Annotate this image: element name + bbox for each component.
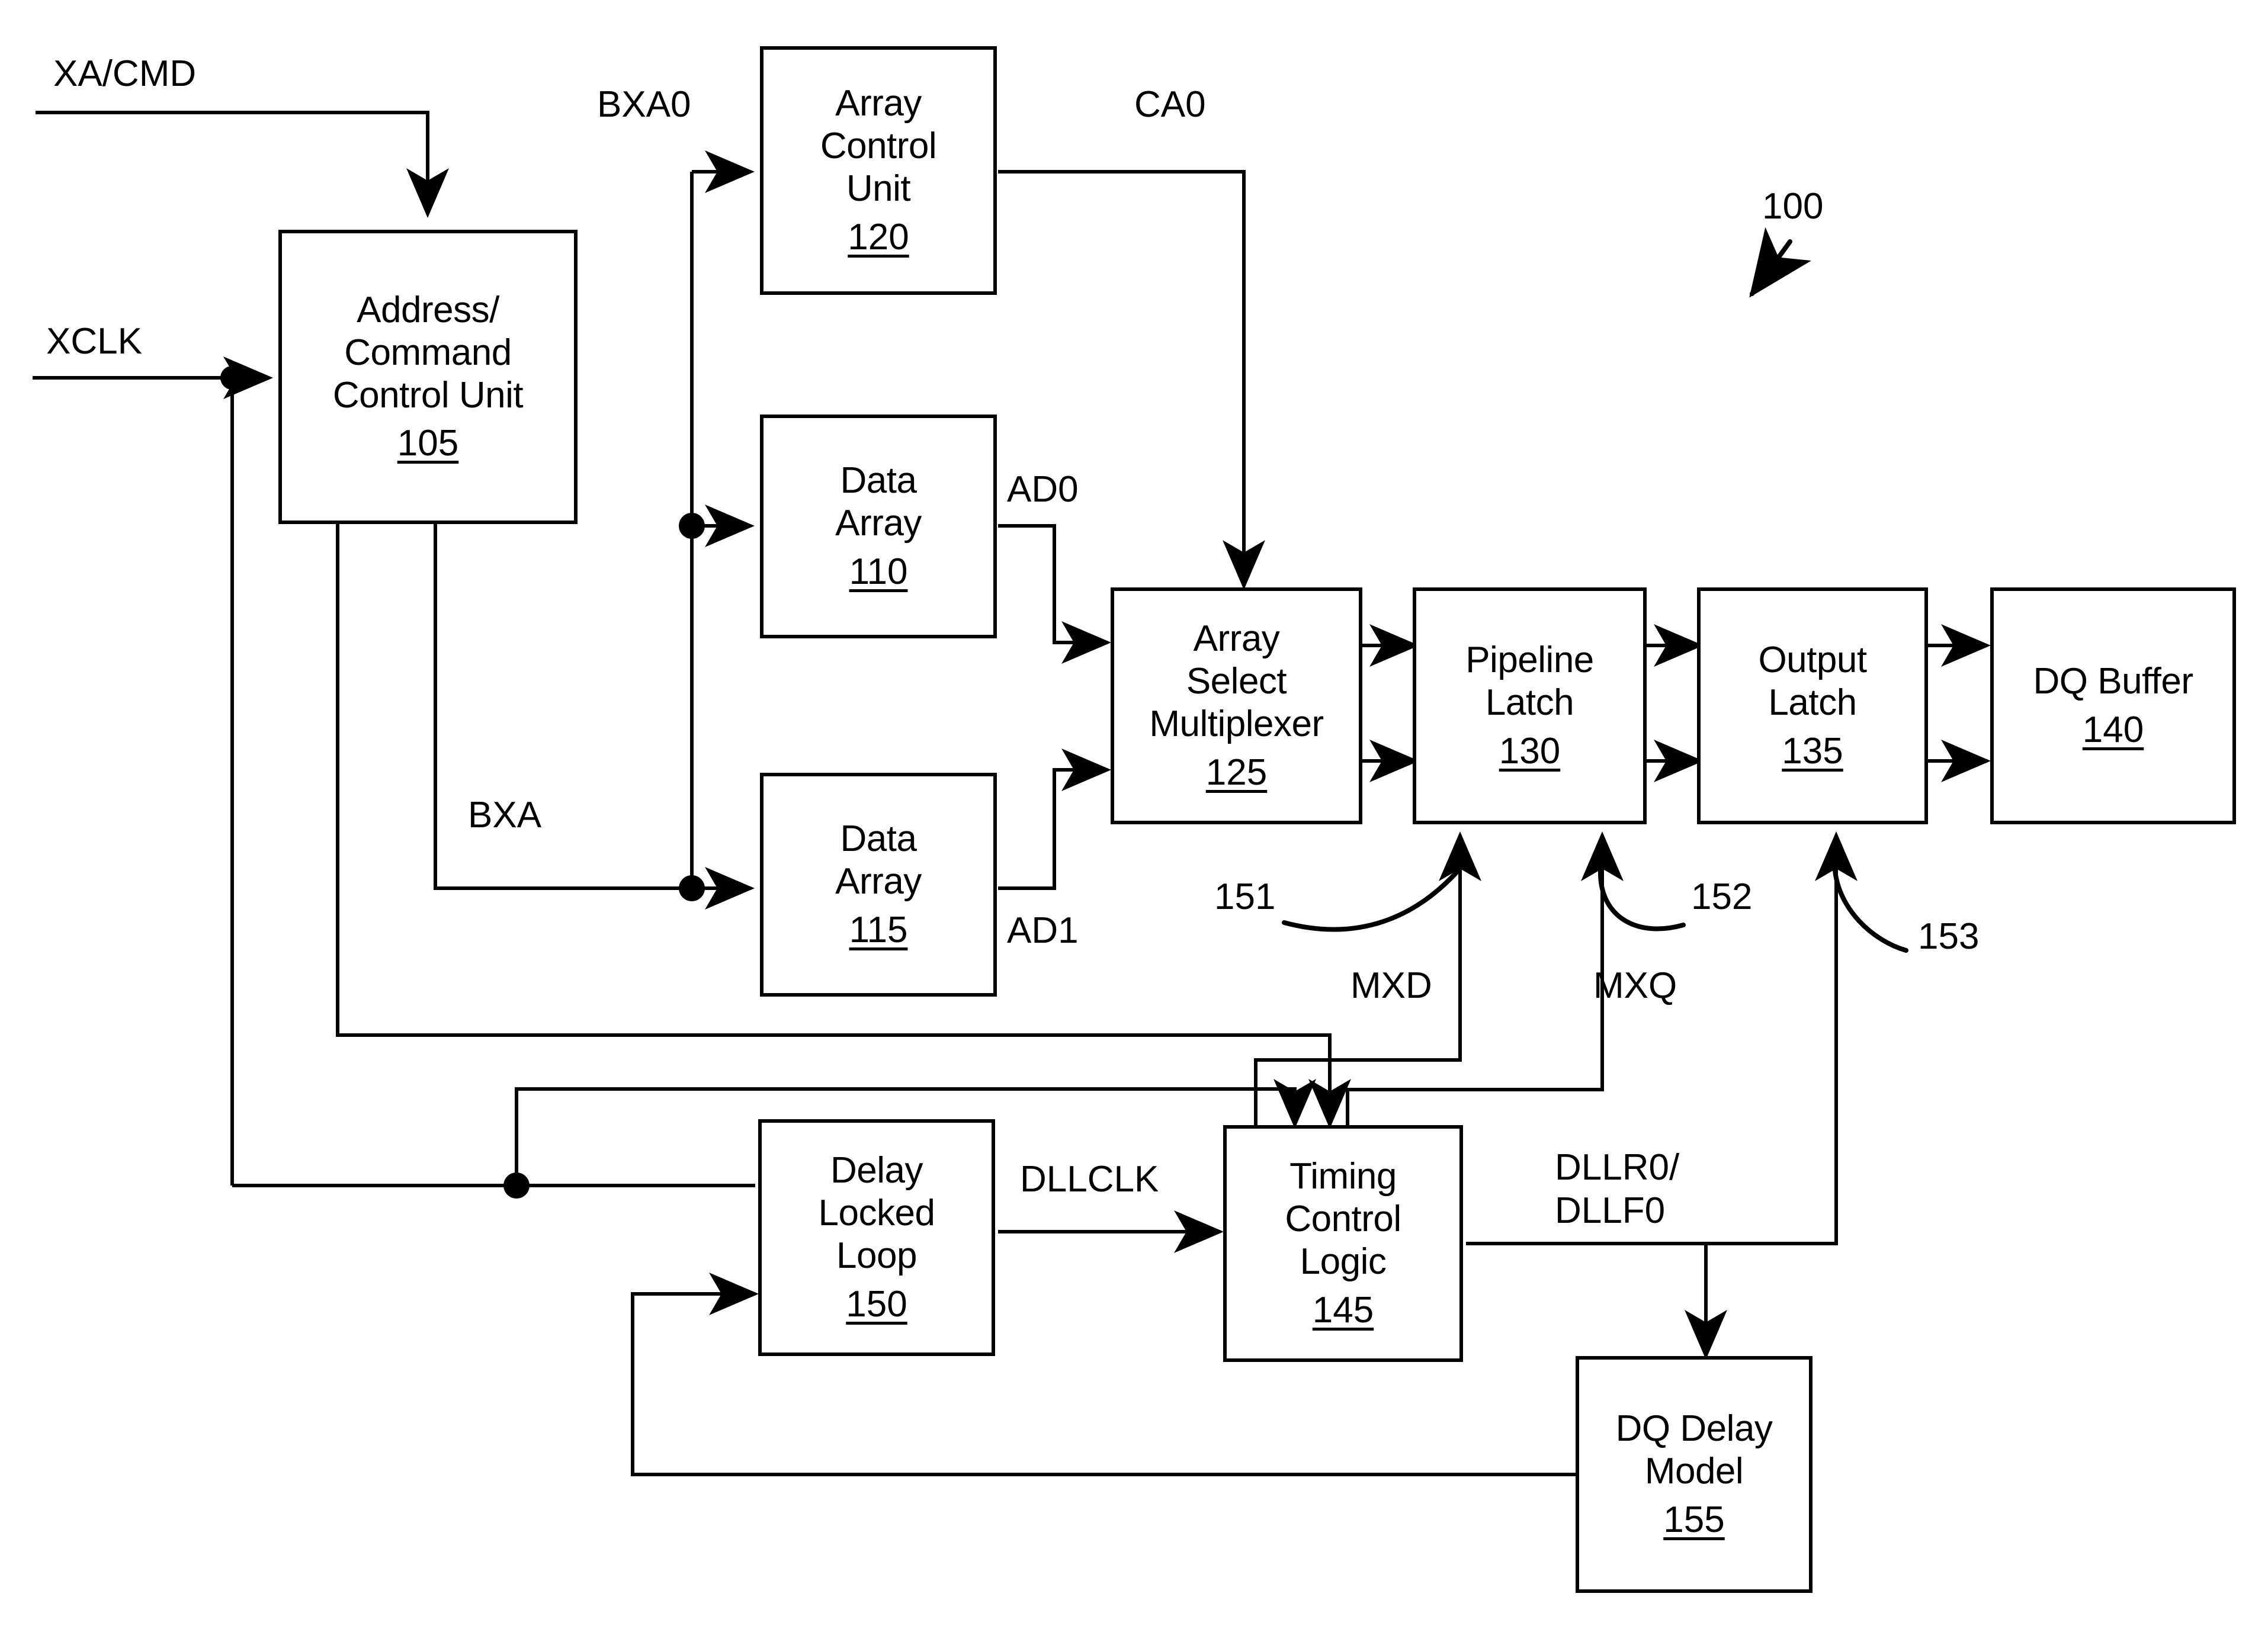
block-reference-number: 155 [1663,1499,1725,1540]
signal-label-ad0: AD0 [1007,469,1079,510]
block-reference-number: 145 [1312,1289,1374,1331]
block-title: Timing Control Logic [1285,1156,1401,1282]
block-reference-number: 120 [848,216,909,258]
block-output-latch[interactable]: Output Latch 135 [1697,587,1928,824]
wire-xa-cmd [36,111,449,218]
block-title: Address/ Command Control Unit [332,289,524,416]
wire-ad0 [998,524,1111,664]
block-title: Pipeline Latch [1465,640,1594,724]
callout-151: 151 [1214,876,1276,917]
callout-153: 153 [1918,916,1980,957]
block-data-array-110[interactable]: Data Array 110 [760,415,997,638]
block-title: Array Control Unit [820,83,937,209]
leader-line-100 [1749,227,1811,298]
block-title: Data Array [835,460,922,544]
leader-line-151 [1282,868,1461,932]
block-pipeline-latch[interactable]: Pipeline Latch 130 [1413,587,1647,824]
block-title: Data Array [835,818,922,902]
block-reference-number: 125 [1205,751,1268,793]
block-reference-number: 105 [397,423,459,464]
signal-label-bxa0: BXA0 [597,84,691,125]
block-reference-number: 110 [849,551,908,592]
leader-line-153 [1833,868,1908,953]
block-delay-locked-loop[interactable]: Delay Locked Loop 150 [758,1119,995,1356]
signal-label-mxq: MXQ [1593,965,1677,1006]
block-reference-number: 130 [1499,730,1561,772]
leader-line-152 [1597,868,1686,931]
block-array-control-unit[interactable]: Array Control Unit 120 [760,46,997,295]
block-reference-number: 135 [1782,730,1843,772]
signal-label-xclk: XCLK [46,321,142,362]
block-title: Array Select Multiplexer [1149,618,1324,744]
figure-reference-numeral: 100 [1762,186,1824,227]
block-diagram-canvas: Address/ Command Control Unit 105 Array … [0,0,2268,1632]
block-array-select-multiplexer[interactable]: Array Select Multiplexer 125 [1111,587,1362,824]
block-title: DQ Delay Model [1615,1408,1773,1492]
signal-label-dllclk: DLLCLK [1020,1159,1159,1200]
block-title: DQ Buffer [2033,661,2193,702]
signal-label-dllr0-dllf0: DLLR0/ DLLF0 [1555,1147,1680,1232]
signal-label-ca0: CA0 [1134,84,1206,125]
callout-152: 152 [1691,876,1753,917]
block-reference-number: 150 [846,1283,907,1325]
signal-label-bxa: BXA [468,795,542,836]
block-title: Output Latch [1758,640,1867,724]
block-reference-number: 140 [2082,709,2144,750]
block-dq-delay-model[interactable]: DQ Delay Model 155 [1576,1356,1813,1593]
block-title: Delay Locked Loop [818,1150,935,1276]
junction-dot-bxa0-115 [679,875,705,901]
block-timing-control-logic[interactable]: Timing Control Logic 145 [1223,1125,1463,1362]
signal-label-xa-cmd: XA/CMD [53,53,197,94]
junction-dot-xclk [220,366,244,390]
signal-label-ad1: AD1 [1007,910,1079,951]
wire-ad1 [998,748,1111,890]
junction-dot-bxa0-110 [679,513,705,539]
signal-label-mxd: MXD [1350,965,1432,1006]
block-data-array-115[interactable]: Data Array 115 [760,773,997,997]
block-reference-number: 115 [849,909,908,950]
block-dq-buffer[interactable]: DQ Buffer 140 [1990,587,2236,824]
block-address-command-control-unit[interactable]: Address/ Command Control Unit 105 [278,230,578,524]
